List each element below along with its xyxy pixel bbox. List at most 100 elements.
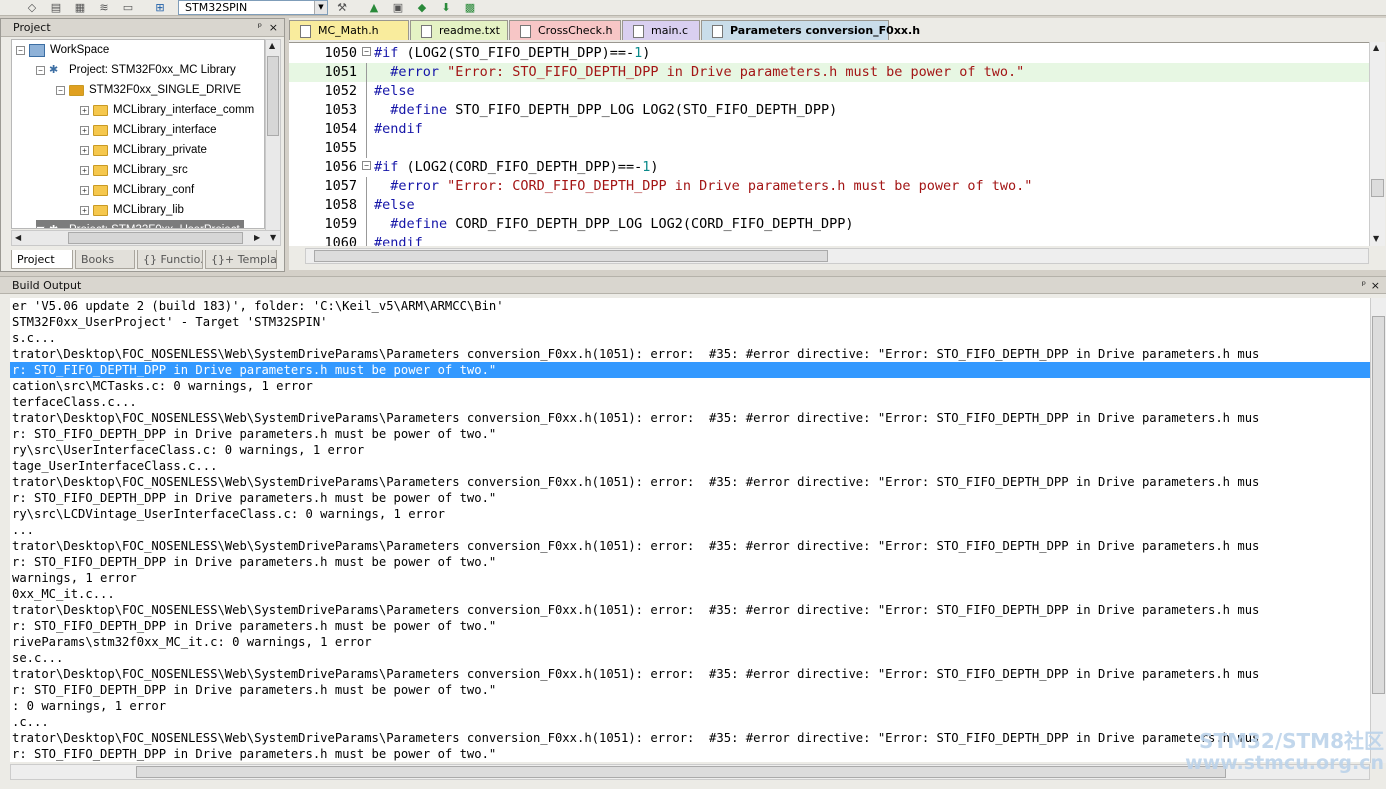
expand-icon[interactable]: + [36,225,45,228]
tree-item-group[interactable]: + MCLibrary_lib [80,200,184,220]
output-line[interactable]: r: STO_FIFO_DEPTH_DPP in Drive parameter… [10,618,1370,634]
target-options-icon[interactable]: ⊞ [152,0,168,14]
scroll-left-icon[interactable]: ◀ [15,233,21,242]
close-icon[interactable]: × [1371,277,1380,295]
output-line[interactable]: ... [10,522,1370,538]
tab-project[interactable]: Project [11,250,73,269]
pin-icon[interactable]: ᵖ [1362,277,1366,295]
manage-components-icon[interactable]: ▲ [366,0,382,14]
layout-icon[interactable]: ▤ [48,0,64,14]
pack-icon[interactable]: ◆ [414,0,430,14]
output-line[interactable]: trator\Desktop\FOC_NOSENLESS\Web\SystemD… [10,666,1370,682]
output-line[interactable]: se.c... [10,650,1370,666]
fold-icon[interactable]: − [362,47,371,56]
output-line[interactable]: trator\Desktop\FOC_NOSENLESS\Web\SystemD… [10,602,1370,618]
output-line[interactable]: r: STO_FIFO_DEPTH_DPP in Drive parameter… [10,426,1370,442]
expand-icon[interactable]: + [80,125,89,135]
code-area[interactable]: ▷ 1050−#if (LOG2(STO_FIFO_DEPTH_DPP)==-1… [289,42,1369,246]
build-output-title: Build Output [12,279,82,292]
download-icon[interactable]: ▭ [120,0,136,14]
tab-functions[interactable]: {} Functio... [137,250,203,269]
scroll-up-icon[interactable]: ▲ [1373,43,1379,52]
scroll-down-icon[interactable]: ▼ [270,233,276,242]
output-line[interactable]: 0xx_MC_it.c... [10,586,1370,602]
build-output-text[interactable]: er 'V5.06 update 2 (build 183)', folder:… [10,298,1370,762]
code-text: #endif [374,120,423,139]
scroll-thumb[interactable] [68,232,243,244]
expand-icon[interactable]: + [80,145,89,155]
scroll-thumb[interactable] [314,250,828,262]
output-line[interactable]: s.c... [10,330,1370,346]
grid-icon[interactable]: ▦ [72,0,88,14]
output-line[interactable]: STM32F0xx_UserProject' - Target 'STM32SP… [10,314,1370,330]
expand-icon[interactable]: + [80,165,89,175]
collapse-icon[interactable]: − [16,45,25,55]
output-line[interactable]: ry\src\UserInterfaceClass.c: 0 warnings,… [10,442,1370,458]
file-tab-label: main.c [651,24,689,37]
output-line[interactable]: trator\Desktop\FOC_NOSENLESS\Web\SystemD… [10,538,1370,554]
target-select-value: STM32SPIN [185,1,248,14]
tree-item-group[interactable]: + MCLibrary_conf [80,180,194,200]
scroll-thumb[interactable] [267,56,279,136]
output-line[interactable]: r: STO_FIFO_DEPTH_DPP in Drive parameter… [10,490,1370,506]
output-line[interactable]: r: STO_FIFO_DEPTH_DPP in Drive parameter… [10,362,1370,378]
output-line[interactable]: : 0 warnings, 1 error [10,698,1370,714]
output-line[interactable]: trator\Desktop\FOC_NOSENLESS\Web\SystemD… [10,410,1370,426]
output-line[interactable]: cation\src\MCTasks.c: 0 warnings, 1 erro… [10,378,1370,394]
file-tab[interactable]: CrossCheck.h [509,20,621,40]
expand-icon[interactable]: + [80,105,89,115]
expand-icon[interactable]: + [80,205,89,215]
arrow-down-icon[interactable]: ⬇ [438,0,454,14]
layers-icon[interactable]: ≋ [96,0,112,14]
tree-item-target-single-drive[interactable]: − STM32F0xx_SINGLE_DRIVE [56,80,241,100]
output-line[interactable]: terfaceClass.c... [10,394,1370,410]
tab-books[interactable]: Books [75,250,135,269]
output-line[interactable]: tage_UserInterfaceClass.c... [10,458,1370,474]
tree-vertical-scrollbar[interactable]: ▲ [265,39,281,231]
expand-icon[interactable]: + [80,185,89,195]
tree-item-group[interactable]: + MCLibrary_interface [80,120,217,140]
editor-horizontal-scrollbar[interactable] [305,248,1369,264]
editor-vertical-scrollbar[interactable]: ▲ ▼ [1369,42,1385,246]
pin-icon[interactable]: ᵖ [258,19,262,37]
target-select[interactable]: STM32SPIN ▼ [178,0,328,15]
output-line[interactable]: r: STO_FIFO_DEPTH_DPP in Drive parameter… [10,554,1370,570]
output-line[interactable]: warnings, 1 error [10,570,1370,586]
collapse-icon[interactable]: − [36,65,45,75]
tree-item-project-user[interactable]: + ✱ Project: STM32F0xx_UserProject [36,220,244,228]
tree-item-group[interactable]: + MCLibrary_src [80,160,188,180]
fold-guide [366,196,367,215]
tab-templates[interactable]: {}+ Templa... [205,250,277,269]
output-line[interactable]: .c... [10,714,1370,730]
file-tab[interactable]: main.c [622,20,700,40]
file-tab[interactable]: MC_Math.h [289,20,409,40]
tree-horizontal-scrollbar[interactable]: ◀ ▶ ▼ [11,230,281,246]
scroll-thumb[interactable] [1371,179,1384,197]
scroll-up-icon[interactable]: ▲ [269,41,275,50]
output-line[interactable]: r: STO_FIFO_DEPTH_DPP in Drive parameter… [10,682,1370,698]
file-tab[interactable]: Parameters conversion_F0xx.h [701,20,920,40]
collapse-icon[interactable]: − [56,85,65,95]
tree-item-project-mc-library[interactable]: − ✱ Project: STM32F0xx_MC Library [36,60,236,80]
output-line[interactable]: trator\Desktop\FOC_NOSENLESS\Web\SystemD… [10,346,1370,362]
output-vertical-scrollbar[interactable] [1370,298,1386,763]
scroll-thumb[interactable] [1372,316,1385,694]
close-icon[interactable]: × [269,19,278,37]
scroll-thumb[interactable] [136,766,1226,778]
scroll-right-icon[interactable]: ▶ [254,233,260,242]
file-tab[interactable]: readme.txt [410,20,508,40]
tree-item-group[interactable]: + MCLibrary_private [80,140,207,160]
tree-item-group[interactable]: + MCLibrary_interface_comm [80,100,254,120]
output-line[interactable]: riveParams\stm32f0xx_MC_it.c: 0 warnings… [10,634,1370,650]
batch-build-icon[interactable]: ◇ [24,0,40,14]
fold-guide [366,101,367,120]
tree-item-workspace[interactable]: − WorkSpace [16,40,109,60]
window-icon[interactable]: ▣ [390,0,406,14]
output-line[interactable]: er 'V5.06 update 2 (build 183)', folder:… [10,298,1370,314]
output-line[interactable]: trator\Desktop\FOC_NOSENLESS\Web\SystemD… [10,474,1370,490]
run-icon[interactable]: ▩ [462,0,478,14]
output-line[interactable]: ry\src\LCDVintage_UserInterfaceClass.c: … [10,506,1370,522]
wand-icon[interactable]: ⚒ [334,0,350,14]
fold-icon[interactable]: − [362,161,371,170]
scroll-down-icon[interactable]: ▼ [1373,234,1379,243]
